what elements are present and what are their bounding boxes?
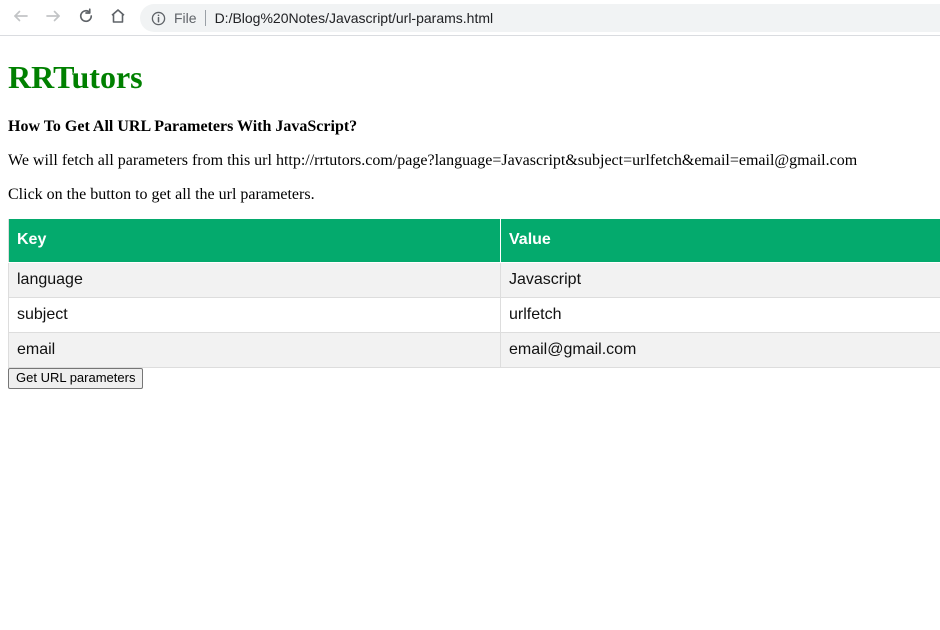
reload-icon bbox=[77, 7, 95, 30]
table-row: language Javascript bbox=[8, 261, 940, 298]
parameter-value-cell: email@gmail.com bbox=[500, 331, 940, 368]
parameter-key-cell: subject bbox=[8, 296, 501, 333]
site-title: RRTutors bbox=[8, 59, 143, 95]
table-row: subject urlfetch bbox=[8, 296, 940, 333]
page-heading: How To Get All URL Parameters With JavaS… bbox=[8, 118, 358, 135]
parameter-key-cell: language bbox=[8, 261, 501, 298]
key-column-header: Key bbox=[8, 219, 501, 263]
table-row: email email@gmail.com bbox=[8, 331, 940, 368]
parameter-value-cell: urlfetch bbox=[500, 296, 940, 333]
page-instruction: Click on the button to get all the url p… bbox=[8, 186, 315, 203]
parameter-key-cell: email bbox=[8, 331, 501, 368]
page-description: We will fetch all parameters from this u… bbox=[8, 152, 858, 169]
arrow-left-icon bbox=[12, 7, 30, 30]
web-page: RRTutors How To Get All URL Parameters W… bbox=[0, 37, 940, 630]
table-header-row: Key Value bbox=[8, 219, 940, 263]
back-button[interactable] bbox=[9, 6, 33, 30]
forward-button[interactable] bbox=[41, 6, 65, 30]
browser-toolbar: File D:/Blog%20Notes/Javascript/url-para… bbox=[0, 0, 940, 36]
get-url-parameters-button[interactable]: Get URL parameters bbox=[8, 368, 144, 389]
url-scheme-label: File bbox=[174, 10, 197, 26]
home-button[interactable] bbox=[106, 6, 130, 30]
address-divider bbox=[204, 10, 206, 26]
arrow-right-icon bbox=[44, 7, 62, 30]
reload-button[interactable] bbox=[74, 6, 98, 30]
url-text[interactable]: D:/Blog%20Notes/Javascript/url-params.ht… bbox=[215, 4, 494, 32]
info-icon[interactable] bbox=[150, 10, 166, 26]
url-parameter-table: Key Value language Javascript subject ur… bbox=[8, 219, 940, 368]
parameter-value-cell: Javascript bbox=[500, 261, 940, 298]
home-icon bbox=[109, 7, 127, 30]
value-column-header: Value bbox=[500, 219, 940, 263]
address-bar[interactable]: File D:/Blog%20Notes/Javascript/url-para… bbox=[140, 4, 940, 32]
